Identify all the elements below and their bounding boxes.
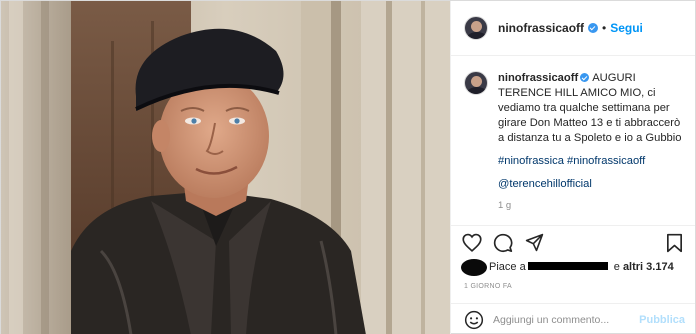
smiley-icon[interactable] <box>463 309 485 331</box>
likes-summary[interactable]: Piace a e altri 3.174 <box>461 257 691 277</box>
comment-input[interactable] <box>493 313 640 326</box>
post-date: 1 GIORNO FA <box>464 283 513 290</box>
action-bar <box>451 225 695 259</box>
caption-age: 1 g <box>498 200 512 211</box>
post-header: ninofrassicaoff • Segui <box>451 1 695 56</box>
caption-row: ninofrassicaoff AUGURI TERENCE HILL AMICO… <box>464 71 683 213</box>
likes-others-count[interactable]: altri 3.174 <box>623 261 674 273</box>
verified-badge-icon <box>588 23 599 33</box>
caption-area: ninofrassicaoff AUGURI TERENCE HILL AMICO… <box>451 57 695 225</box>
likes-prefix: Piace a <box>489 261 526 273</box>
redacted-name <box>527 262 608 270</box>
author-avatar[interactable] <box>464 16 488 40</box>
paper-plane-icon[interactable] <box>523 232 545 254</box>
caption-hashtags[interactable]: #ninofrassica #ninofrassicaoff <box>498 154 683 169</box>
caption-verified-icon <box>580 73 590 82</box>
post-photo[interactable] <box>1 1 450 334</box>
separator-dot: • <box>602 21 607 35</box>
follow-button[interactable]: Segui <box>610 21 643 35</box>
post-sidebar: ninofrassicaoff • Segui ninofrassicaoff A… <box>450 1 695 334</box>
comment-icon[interactable] <box>492 232 514 254</box>
caption-author-avatar[interactable] <box>464 71 488 95</box>
comment-form: Pubblica <box>451 303 695 334</box>
bookmark-icon[interactable] <box>663 232 685 254</box>
likes-conjunction: e <box>610 261 623 273</box>
liker-avatar-redacted <box>461 258 487 276</box>
publish-button[interactable]: Pubblica <box>639 314 685 326</box>
caption: ninofrassicaoff AUGURI TERENCE HILL AMICO… <box>498 71 683 213</box>
author-username[interactable]: ninofrassicaoff <box>498 21 584 35</box>
caption-mention[interactable]: @terencehillofficial <box>498 177 683 192</box>
caption-username[interactable]: ninofrassicaoff <box>498 72 578 84</box>
likes-text: Piace a e altri 3.174 <box>489 261 674 273</box>
photo-illustration <box>1 1 450 334</box>
heart-icon[interactable] <box>461 232 483 254</box>
instagram-post: ninofrassicaoff • Segui ninofrassicaoff A… <box>0 0 696 334</box>
